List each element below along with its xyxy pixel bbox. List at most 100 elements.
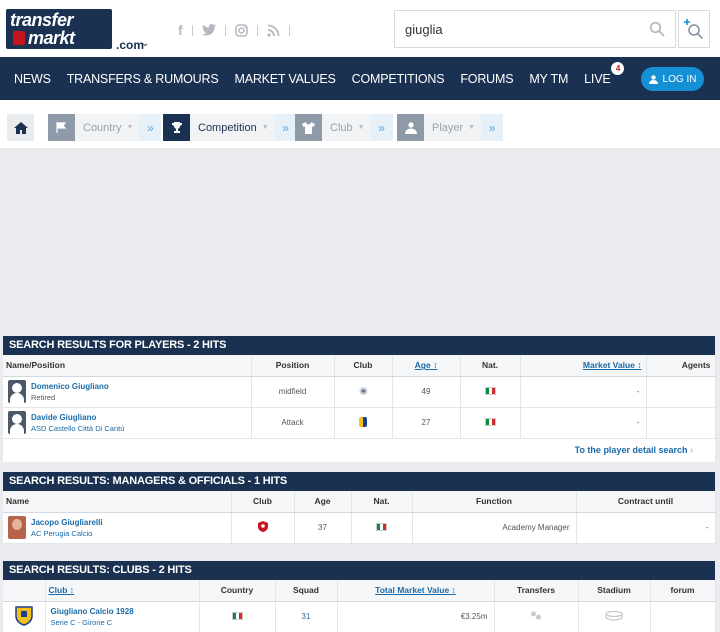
player-icon [397,114,424,141]
player-age: 27 [392,407,461,439]
col-nat: Nat. [460,355,521,377]
stadium-icon[interactable] [605,610,623,623]
col-position: Position [251,355,335,377]
table-header-row: Club ↕ Country Squad Total Market Value … [3,580,716,602]
players-table: Name/Position Position Club Age ↕ Nat. M… [3,355,716,439]
login-button[interactable]: LOG IN [641,67,704,91]
club-crest-icon[interactable] [257,521,268,534]
sort-market-value-link[interactable]: Market Value ↕ [583,360,642,370]
country-go-button[interactable]: » [139,114,162,141]
club-crest-icon[interactable] [15,605,33,628]
twitter-icon[interactable] [201,24,216,36]
col-squad: Squad [275,580,338,602]
col-crest [3,580,46,602]
sort-total-market-value-link[interactable]: Total Market Value ↕ [375,585,456,595]
table-row: Davide Giugliano ASD Castello Città Di Ca… [3,407,716,439]
country-selector[interactable]: Country ▼ » [48,114,162,141]
col-forum: forum [650,580,716,602]
user-icon [648,74,658,84]
top-header: transfer markt .com ⌄ f [0,0,720,57]
player-market-value: - [520,376,647,408]
players-results-title: SEARCH RESULTS FOR PLAYERS - 2 HITS [3,336,715,355]
rss-icon[interactable] [267,24,280,37]
nav-item-live[interactable]: LIVE 4 [584,61,625,86]
manager-contract: - [576,512,716,544]
club-name-link[interactable]: Giugliano Calcio 1928 [51,606,199,617]
double-chevron-right-icon: » [147,120,154,135]
club-go-button[interactable]: » [370,114,393,141]
club-label: Club [330,121,353,134]
col-total-market-value[interactable]: Total Market Value ↕ [337,580,495,602]
nav-item-competitions[interactable]: COMPETITIONS [352,72,445,86]
player-detail-search-link[interactable]: To the player detail search › [3,439,715,462]
divider [191,24,193,36]
club-total-market-value: €3.25m [337,601,495,632]
col-age[interactable]: Age ↕ [392,355,461,377]
manager-photo[interactable] [8,516,26,539]
logo-text-transfer: transfer [10,10,74,30]
double-chevron-right-icon: » [282,120,289,135]
advanced-search-button[interactable] [678,10,710,48]
player-name-link[interactable]: Davide Giugliano [31,412,124,423]
player-name-link[interactable]: Domenico Giugliano [31,381,109,392]
player-portrait[interactable] [8,411,26,434]
manager-club-link[interactable]: AC Perugia Calcio [31,528,103,539]
italy-flag-icon [484,386,496,395]
club-dropdown[interactable]: Club ▼ [322,114,371,141]
logo-text-markt: markt [28,28,75,48]
flag-icon [48,114,75,141]
instagram-icon[interactable] [234,23,248,37]
club-crest-icon[interactable] [359,416,367,427]
competition-selector[interactable]: Competition ▼ » [163,114,297,141]
player-go-button[interactable]: » [481,114,504,141]
player-portrait[interactable] [8,380,26,403]
sort-club-link[interactable]: Club ↕ [49,585,75,595]
club-selector[interactable]: Club ▼ » [295,114,393,141]
competition-dropdown[interactable]: Competition ▼ [190,114,275,141]
nav-item-market-values[interactable]: MARKET VALUES [234,72,335,86]
nav-item-news[interactable]: NEWS [14,72,51,86]
clubs-results-title: SEARCH RESULTS: CLUBS - 2 HITS [3,561,715,580]
col-club[interactable]: Club ↕ [45,580,200,602]
nav-item-my-tm[interactable]: MY TM [529,72,568,86]
club-squad-link[interactable]: 31 [275,601,338,632]
col-age: Age [294,491,352,513]
facebook-icon[interactable]: f [178,22,183,38]
nav-item-forums[interactable]: FORUMS [460,72,513,86]
col-country: Country [199,580,276,602]
player-selector[interactable]: Player ▼ » [397,114,504,141]
logo-figure-icon [13,31,25,45]
club-league-link[interactable]: Serie C - Girone C [51,617,199,628]
nav-item-transfers-rumours[interactable]: TRANSFERS & RUMOURS [67,72,219,86]
home-button[interactable] [7,114,34,141]
quick-selector-bar: Country ▼ » Competition ▼ » Club ▼ » Player… [0,100,720,148]
italy-flag-icon [231,611,243,620]
chevron-down-icon: ▼ [126,124,134,131]
country-dropdown[interactable]: Country ▼ [75,114,140,141]
col-club: Club [334,355,393,377]
login-label: LOG IN [662,73,697,85]
managers-results-box: SEARCH RESULTS: MANAGERS & OFFICIALS - 1… [3,472,716,544]
club-crest-icon[interactable] [359,386,368,398]
col-function: Function [412,491,577,513]
player-dropdown[interactable]: Player ▼ [424,114,482,141]
col-agents: Agents [646,355,716,377]
manager-name-link[interactable]: Jacopo Giugliarelli [31,517,103,528]
domain-selector[interactable]: .com [116,38,144,52]
competition-go-button[interactable]: » [274,114,297,141]
shirt-icon [295,114,322,141]
chevron-down-icon[interactable]: ⌄ [141,38,149,49]
col-club: Club [231,491,295,513]
nav-item-live-label: LIVE [584,71,611,86]
sort-age-link[interactable]: Age ↕ [415,360,438,370]
player-label: Player [432,121,464,134]
col-market-value[interactable]: Market Value ↕ [520,355,647,377]
managers-results-title: SEARCH RESULTS: MANAGERS & OFFICIALS - 1… [3,472,715,491]
divider [256,24,258,36]
transfermarkt-logo[interactable]: transfer markt [6,9,112,49]
transfers-icon[interactable] [530,611,542,622]
search-icon[interactable] [649,21,665,37]
player-club-link[interactable]: ASD Castello Città Di Cantù [31,423,124,434]
social-links: f [178,20,290,40]
search-input[interactable] [395,11,641,47]
